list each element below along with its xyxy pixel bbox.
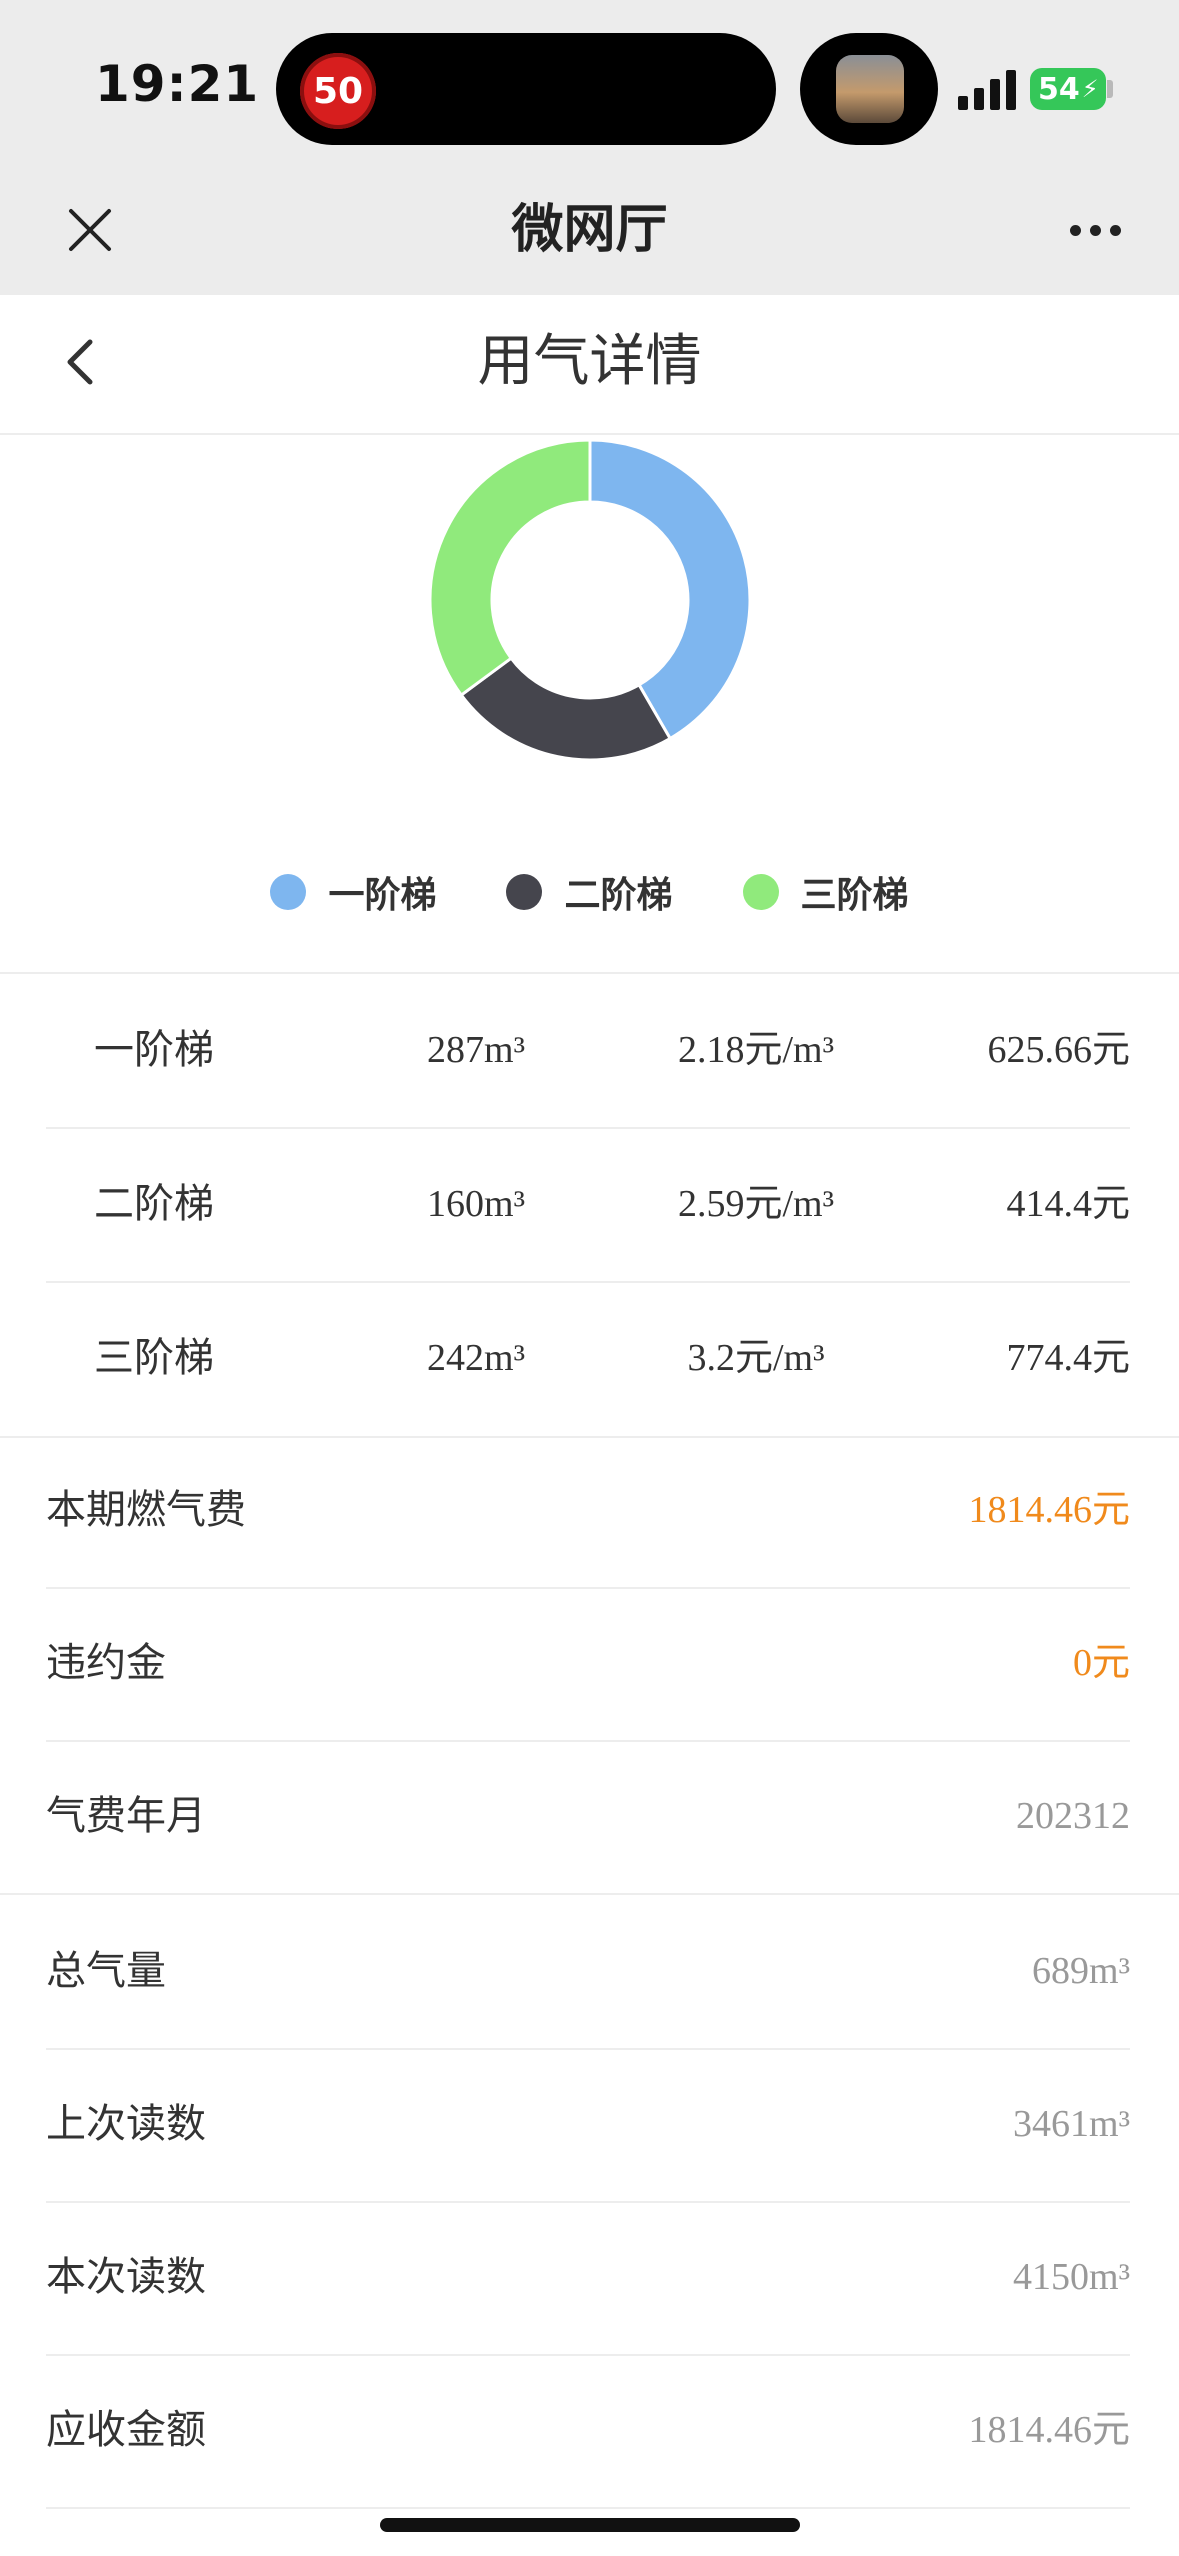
info-row-current-reading: 本次读数 4150m³ <box>46 2201 1130 2356</box>
album-art-thumbnail <box>836 55 904 123</box>
tier-amount: 774.4元 <box>1006 1337 1130 1379</box>
legend-item-tier2[interactable]: 二阶梯 <box>506 866 673 918</box>
info-value: 1814.46元 <box>968 1489 1130 1531</box>
info-label: 上次读数 <box>46 2101 206 2147</box>
tier-volume: 242m³ <box>427 1337 525 1379</box>
tier-amount: 414.4元 <box>1006 1183 1130 1225</box>
info-label: 本次读数 <box>46 2254 206 2300</box>
cellular-signal-icon <box>958 70 1016 110</box>
tier-amount: 625.66元 <box>987 1029 1130 1071</box>
donut-slice-3[interactable] <box>428 438 592 698</box>
back-button[interactable] <box>45 322 115 402</box>
more-dot-icon <box>1089 224 1101 236</box>
info-value: 202312 <box>1016 1795 1130 1837</box>
tier-unit-price: 2.18元/m³ <box>677 1029 834 1071</box>
battery-level: 54 <box>1038 71 1080 107</box>
more-options-button[interactable] <box>1060 195 1130 265</box>
chart-legend: 一阶梯 二阶梯 三阶梯 <box>0 862 1179 922</box>
tier-row: 一阶梯 287m³ 2.18元/m³ 625.66元 <box>46 974 1130 1129</box>
legend-label: 三阶梯 <box>800 875 909 916</box>
info-value: 1814.46元 <box>968 2409 1130 2451</box>
tier-unit-price: 3.2元/m³ <box>687 1337 825 1379</box>
tier-volume: 160m³ <box>427 1183 525 1225</box>
info-value: 0元 <box>1072 1642 1130 1684</box>
info-value: 3461m³ <box>1013 2103 1130 2145</box>
tier-row: 二阶梯 160m³ 2.59元/m³ 414.4元 <box>46 1128 1130 1283</box>
legend-item-tier1[interactable]: 一阶梯 <box>270 866 436 918</box>
info-row-late-fee: 违约金 0元 <box>46 1587 1130 1742</box>
info-label: 气费年月 <box>46 1793 206 1839</box>
gas-usage-donut-chart <box>428 438 752 762</box>
info-row-previous-reading: 上次读数 3461m³ <box>46 2048 1130 2203</box>
page-title: 用气详情 <box>477 329 702 394</box>
legend-dot <box>742 874 779 910</box>
speed-limit-badge: 50 <box>300 53 376 129</box>
chevron-left-icon <box>67 339 93 385</box>
legend-dot <box>506 874 543 910</box>
tier-row: 三阶梯 242m³ 3.2元/m³ 774.4元 <box>46 1282 1130 1435</box>
battery-cap <box>1107 80 1113 98</box>
info-value: 689m³ <box>1032 1950 1130 1992</box>
legend-label: 二阶梯 <box>564 875 673 916</box>
info-label: 违约金 <box>46 1640 166 1686</box>
tier-unit-price: 2.59元/m³ <box>677 1183 834 1225</box>
legend-label: 一阶梯 <box>328 875 437 916</box>
info-row-billing-month: 气费年月 202312 <box>46 1740 1130 1893</box>
info-row-total-volume: 总气量 689m³ <box>46 1895 1130 2050</box>
legend-item-tier3[interactable]: 三阶梯 <box>742 866 909 918</box>
home-indicator <box>380 2518 800 2532</box>
tier-breakdown-table: 一阶梯 287m³ 2.18元/m³ 625.66元 二阶梯 160m³ 2.5… <box>0 972 1179 1438</box>
more-dot-icon <box>1109 224 1121 236</box>
info-row-amount-due: 应收金额 1814.46元 <box>46 2354 1130 2509</box>
status-time: 19:21 <box>95 55 260 113</box>
tier-name: 三阶梯 <box>94 1336 214 1380</box>
tier-name: 一阶梯 <box>94 1028 214 1072</box>
tier-name: 二阶梯 <box>94 1182 214 1226</box>
info-value: 4150m³ <box>1013 2256 1130 2298</box>
battery-icon: 54 ⚡ <box>1030 68 1106 110</box>
close-button[interactable] <box>55 195 125 265</box>
info-row-current-fee: 本期燃气费 1814.46元 <box>46 1434 1130 1589</box>
tier-volume: 287m³ <box>427 1029 525 1071</box>
charging-bolt-icon: ⚡ <box>1081 75 1099 103</box>
more-dot-icon <box>1069 224 1081 236</box>
info-label: 本期燃气费 <box>46 1487 246 1533</box>
legend-dot <box>270 874 307 910</box>
app-title: 微网厅 <box>511 200 668 260</box>
close-icon <box>69 209 111 251</box>
info-label: 总气量 <box>46 1948 166 1994</box>
info-label: 应收金额 <box>46 2407 206 2453</box>
